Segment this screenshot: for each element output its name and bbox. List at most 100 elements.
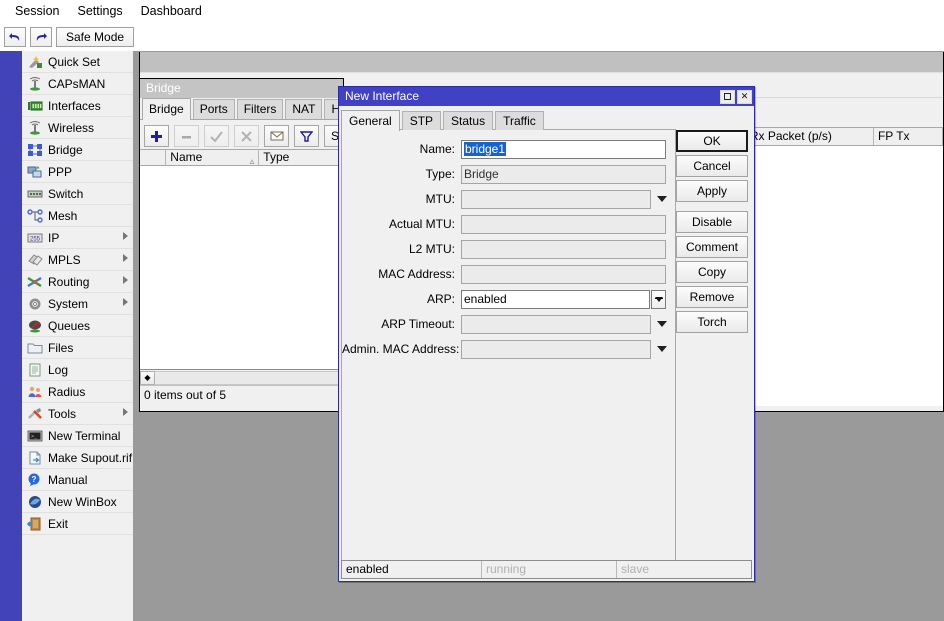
dialog-tab-status[interactable]: Status	[443, 111, 494, 130]
menu-dashboard[interactable]: Dashboard	[132, 1, 211, 21]
field-row-mac-address: MAC Address:	[342, 263, 675, 285]
sidebar-item-label: Routing	[48, 274, 90, 289]
dialog-button-column: OK Cancel Apply Disable Comment Copy Rem…	[676, 130, 748, 336]
tab-ports[interactable]: Ports	[192, 99, 235, 119]
input-mtu[interactable]	[461, 189, 651, 209]
interface-window-titlebar	[140, 52, 943, 73]
dialog-tab-stp[interactable]: STP	[401, 111, 442, 130]
sidebar-item-routing[interactable]: Routing	[22, 271, 133, 293]
tab-bridge[interactable]: Bridge	[142, 98, 191, 120]
queues-icon	[26, 318, 43, 334]
bridge-horizontal-scrollbar[interactable]: ◆	[140, 370, 343, 386]
tab-filters[interactable]: Filters	[236, 99, 284, 119]
sidebar-item-manual[interactable]: ? Manual	[22, 469, 133, 491]
disable-button[interactable]: Disable	[676, 211, 748, 233]
sidebar-item-label: Mesh	[48, 208, 78, 223]
status-slave: slave	[621, 562, 650, 576]
new-interface-dialog[interactable]: New Interface ✕ General STP Status Traff…	[338, 86, 755, 582]
sidebar-item-bridge[interactable]: Bridge	[22, 139, 133, 161]
sidebar-item-new-terminal[interactable]: >_ New Terminal	[22, 425, 133, 447]
scroll-left-icon[interactable]: ◆	[140, 370, 155, 385]
input-arp[interactable]: enabled	[461, 289, 650, 309]
sidebar-item-radius[interactable]: Radius	[22, 381, 133, 403]
bridge-add-button[interactable]	[144, 125, 169, 147]
sidebar-item-files[interactable]: Files	[22, 337, 133, 359]
input-name[interactable]: bridge1	[461, 139, 666, 159]
remove-button[interactable]: Remove	[676, 286, 748, 308]
chevron-down-icon	[657, 321, 667, 327]
field-row-type: Type: Bridge	[342, 163, 675, 185]
bridge-status-bar: 0 items out of 5	[140, 386, 343, 404]
redo-button[interactable]	[30, 26, 52, 47]
dialog-title-bar[interactable]: New Interface ✕	[339, 87, 754, 106]
sidebar-item-ppp[interactable]: PPP	[22, 161, 133, 183]
mtu-dropdown-button[interactable]	[655, 190, 669, 209]
sidebar-item-switch[interactable]: Switch	[22, 183, 133, 205]
bridge-column-type[interactable]: Type	[259, 149, 343, 166]
copy-button[interactable]: Copy	[676, 261, 748, 283]
tab-nat[interactable]: NAT	[285, 99, 323, 119]
sidebar-item-label: Queues	[48, 318, 91, 333]
ok-button[interactable]: OK	[676, 130, 748, 152]
sidebar-item-label: New WinBox	[48, 494, 117, 509]
ppp-icon	[26, 164, 43, 180]
bridge-comment-button[interactable]	[264, 125, 289, 147]
dialog-close-button[interactable]: ✕	[737, 89, 752, 104]
routing-icon	[26, 274, 43, 290]
supout-file-icon	[26, 450, 43, 466]
mpls-icon	[26, 252, 43, 268]
arp-timeout-dropdown-button[interactable]	[655, 315, 669, 334]
bridge-column-name[interactable]: Name ▵	[166, 149, 260, 166]
sidebar-item-system[interactable]: System	[22, 293, 133, 315]
sidebar-item-new-winbox[interactable]: New WinBox	[22, 491, 133, 513]
manual-help-icon: ?	[26, 472, 43, 488]
torch-button[interactable]: Torch	[676, 311, 748, 333]
comment-button[interactable]: Comment	[676, 236, 748, 258]
bridge-remove-button[interactable]	[174, 125, 199, 147]
scroll-track[interactable]	[155, 370, 343, 385]
dialog-tab-traffic[interactable]: Traffic	[495, 111, 544, 130]
bridge-disable-button[interactable]	[234, 125, 259, 147]
sidebar-item-label: Radius	[48, 384, 86, 399]
sidebar-item-wireless[interactable]: Wireless	[22, 117, 133, 139]
input-type: Bridge	[461, 164, 666, 184]
interface-column-fp-tx[interactable]: FP Tx	[874, 128, 943, 145]
sidebar-item-ip[interactable]: 255 IP	[22, 227, 133, 249]
safe-mode-button[interactable]: Safe Mode	[56, 26, 135, 47]
sidebar-item-queues[interactable]: Queues	[22, 315, 133, 337]
admin-mac-dropdown-button[interactable]	[655, 340, 669, 359]
sidebar-item-capsman[interactable]: CAPsMAN	[22, 73, 133, 95]
bridge-list-body[interactable]	[140, 166, 343, 370]
bridge-icon	[26, 142, 43, 158]
bridge-tab-bar: Bridge Ports Filters NAT Hosts	[140, 98, 343, 120]
undo-button[interactable]	[4, 26, 26, 47]
sidebar-item-mpls[interactable]: MPLS	[22, 249, 133, 271]
cancel-button[interactable]: Cancel	[676, 155, 748, 177]
sidebar-item-exit[interactable]: Exit	[22, 513, 133, 535]
apply-button[interactable]: Apply	[676, 180, 748, 202]
bridge-column-name-label: Name	[170, 150, 203, 164]
menu-settings[interactable]: Settings	[68, 1, 131, 21]
sidebar-item-quick-set[interactable]: Quick Set	[22, 51, 133, 73]
field-row-mtu: MTU:	[342, 188, 675, 210]
menu-session[interactable]: Session	[6, 1, 68, 21]
dialog-tab-general[interactable]: General	[341, 110, 400, 131]
sidebar-item-make-supout-rif[interactable]: Make Supout.rif	[22, 447, 133, 469]
bridge-filter-button[interactable]	[294, 125, 319, 147]
interface-column-rx-packet[interactable]: Rx Packet (p/s)	[746, 128, 874, 145]
mesh-icon	[26, 208, 43, 224]
sidebar-item-log[interactable]: Log	[22, 359, 133, 381]
tools-icon	[26, 406, 43, 422]
sidebar-item-mesh[interactable]: Mesh	[22, 205, 133, 227]
sidebar-item-interfaces[interactable]: Interfaces	[22, 95, 133, 117]
dialog-maximize-button[interactable]	[720, 89, 735, 104]
bridge-enable-button[interactable]	[204, 125, 229, 147]
bridge-window[interactable]: Bridge Bridge Ports Filters NAT Hosts	[139, 78, 344, 412]
input-admin-mac-address[interactable]	[461, 339, 651, 359]
sidebar-item-label: IP	[48, 230, 60, 245]
input-arp-timeout[interactable]	[461, 314, 651, 334]
dialog-tab-bar: General STP Status Traffic	[341, 109, 546, 131]
chevron-down-icon	[657, 346, 667, 352]
sidebar-item-tools[interactable]: Tools	[22, 403, 133, 425]
arp-dropdown-button[interactable]	[651, 289, 666, 309]
